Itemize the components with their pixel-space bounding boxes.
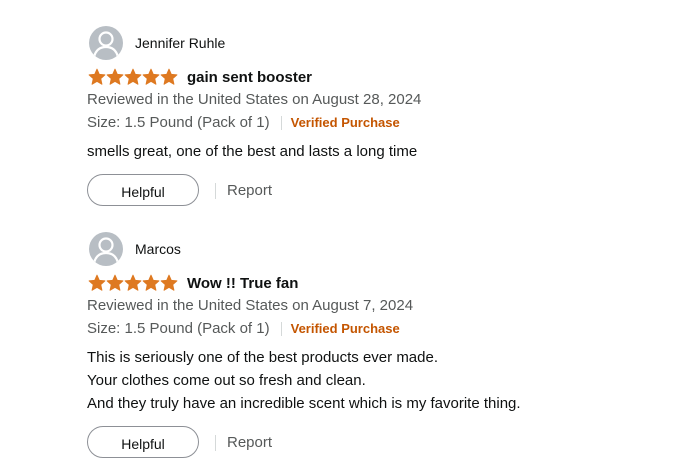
- report-link[interactable]: Report: [227, 182, 272, 199]
- review-meta: Size: 1.5 Pound (Pack of 1) Verified Pur…: [87, 111, 667, 134]
- verified-purchase-badge: Verified Purchase: [290, 115, 400, 130]
- review-actions: Helpful Report: [87, 174, 667, 208]
- star-filled-icon: [124, 68, 142, 85]
- star-filled-icon: [106, 68, 124, 85]
- divider: [280, 115, 282, 130]
- review-title-row: gain sent booster: [87, 67, 667, 89]
- review-card: Jennifer Ruhle gain sent booster Reviewe…: [87, 26, 667, 208]
- reviewer-name: Jennifer Ruhle: [135, 35, 226, 51]
- review-body: smells great, one of the best and lasts …: [87, 140, 667, 163]
- star-rating[interactable]: [88, 274, 178, 292]
- star-filled-icon: [88, 68, 106, 85]
- default-user-icon: [89, 232, 123, 266]
- star-filled-icon: [160, 274, 178, 291]
- product-size[interactable]: Size: 1.5 Pound (Pack of 1): [87, 111, 270, 134]
- review-body-line: This is seriously one of the best produc…: [87, 349, 439, 366]
- divider: [215, 435, 216, 451]
- star-filled-icon: [160, 68, 178, 85]
- helpful-button[interactable]: Helpful: [87, 426, 199, 458]
- star-rating[interactable]: [88, 68, 178, 86]
- review-date: Reviewed in the United States on August …: [87, 91, 422, 108]
- divider: [215, 183, 216, 199]
- review-title-row: Wow !! True fan: [87, 273, 667, 295]
- review-title[interactable]: Wow !! True fan: [187, 275, 298, 292]
- review-meta: Size: 1.5 Pound (Pack of 1) Verified Pur…: [87, 317, 667, 340]
- review-body: This is seriously one of the best produc…: [87, 346, 667, 415]
- report-link[interactable]: Report: [227, 434, 272, 451]
- helpful-button[interactable]: Helpful: [87, 174, 199, 206]
- review-body-line: smells great, one of the best and lasts …: [87, 143, 418, 160]
- reviewer-profile[interactable]: Jennifer Ruhle: [87, 26, 667, 60]
- star-filled-icon: [142, 68, 160, 85]
- star-filled-icon: [142, 274, 160, 291]
- review-title[interactable]: gain sent booster: [187, 69, 312, 86]
- divider: [280, 321, 282, 336]
- star-filled-icon: [106, 274, 124, 291]
- verified-purchase-badge: Verified Purchase: [290, 321, 400, 336]
- review-date: Reviewed in the United States on August …: [87, 297, 414, 314]
- product-size[interactable]: Size: 1.5 Pound (Pack of 1): [87, 317, 270, 340]
- review-card: Marcos Wow !! True fan Reviewed in the U…: [87, 232, 667, 460]
- star-filled-icon: [124, 274, 142, 291]
- reviewer-profile[interactable]: Marcos: [87, 232, 667, 266]
- reviewer-name: Marcos: [135, 241, 181, 257]
- review-body-line: And they truly have an incredible scent …: [87, 395, 521, 412]
- default-user-icon: [89, 26, 123, 60]
- star-filled-icon: [88, 274, 106, 291]
- review-actions: Helpful Report: [87, 426, 667, 460]
- review-body-line: Your clothes come out so fresh and clean…: [87, 372, 366, 389]
